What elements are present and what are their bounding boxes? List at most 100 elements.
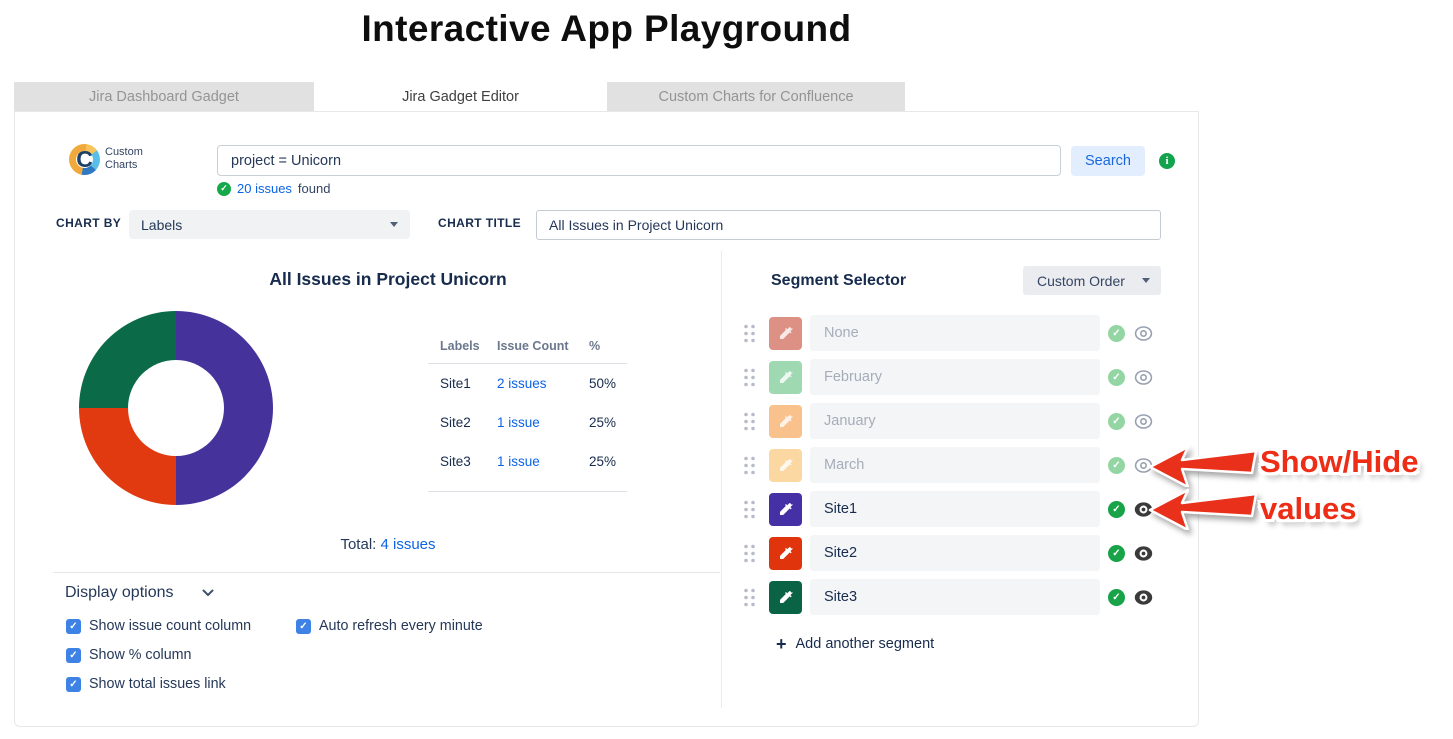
drag-handle-icon[interactable] [743,367,756,388]
drag-handle-icon[interactable] [743,587,756,608]
plus-icon: + [776,634,787,654]
segment-name-input[interactable] [810,315,1100,351]
legend-header-pct: % [589,339,601,353]
annotation-arrow-icon [1148,445,1258,487]
app-playground: Interactive App Playground Jira Dashboar… [0,0,1453,739]
tab-custom-charts-confluence[interactable]: Custom Charts for Confluence [607,82,905,112]
chart-title-input[interactable] [536,210,1161,240]
add-segment-button[interactable]: + Add another segment [776,634,934,654]
series-label: Site2 [440,415,471,430]
segment-check-icon[interactable]: ✓ [1108,324,1125,342]
segment-name-input[interactable] [810,491,1100,527]
series-percentage: 25% [589,415,617,430]
info-icon[interactable]: i [1159,153,1175,169]
legend-divider [428,491,627,492]
segment-check-icon[interactable]: ✓ [1108,588,1125,606]
total-issues-link[interactable]: 4 issues [381,536,436,553]
eye-toggle-icon[interactable] [1134,588,1153,607]
chevron-down-icon [1142,278,1150,283]
segment-name-input[interactable] [810,447,1100,483]
annotation-text: Show/Hide values [1260,444,1419,526]
eye-toggle-icon[interactable] [1134,324,1153,343]
option-show-total: ✓ Show total issues link [66,676,226,692]
issue-count-link[interactable]: 2 issues [497,376,589,391]
eye-toggle-icon[interactable] [1134,368,1153,387]
segment-check-icon[interactable]: ✓ [1108,368,1125,386]
color-swatch[interactable] [769,536,802,570]
chevron-down-icon [390,222,398,227]
eyedropper-icon [779,546,793,559]
chart-title-label: CHART TITLE [438,216,522,230]
segment-check-icon[interactable]: ✓ [1108,412,1125,430]
drag-handle-icon[interactable] [743,499,756,520]
issue-count-link[interactable]: 1 issue [497,454,589,469]
chart-by-label: CHART BY [56,216,122,230]
series-label: Site1 [440,376,471,391]
series-percentage: 25% [589,454,617,469]
legend-row: Site2 1 issue 25% [394,403,644,442]
legend-header-count: Issue Count [497,339,569,353]
color-swatch[interactable] [769,580,802,614]
eye-toggle-icon[interactable] [1134,412,1153,431]
eyedropper-icon [779,326,793,339]
segment-name-input[interactable] [810,359,1100,395]
search-button[interactable]: Search [1071,146,1145,176]
annotation-arrow-icon [1148,488,1258,530]
eyedropper-icon [779,458,793,471]
display-options-toggle[interactable]: Display options [65,584,214,602]
color-swatch[interactable] [769,492,802,526]
color-swatch[interactable] [769,404,802,438]
checkbox-show-pct[interactable]: ✓ [66,647,81,663]
tab-jira-gadget-editor[interactable]: Jira Gadget Editor [314,82,607,112]
custom-charts-logo-text: Custom Charts [105,146,143,171]
segment-row: ✓ [743,447,1153,483]
option-show-issue-count: ✓ Show issue count column [66,618,251,634]
gadget-editor-panel: C Custom Charts Search i ✓ 20 issues fou… [14,111,1199,727]
chart-legend: Labels Issue Count % Site1 2 issues 50% … [394,339,644,492]
segment-check-icon[interactable]: ✓ [1108,544,1125,562]
column-divider [721,251,722,708]
color-swatch[interactable] [769,448,802,482]
option-auto-refresh: ✓ Auto refresh every minute [296,618,483,634]
tab-jira-dashboard-gadget[interactable]: Jira Dashboard Gadget [14,82,314,112]
legend-row: Site1 2 issues 50% [394,364,644,403]
custom-order-dropdown[interactable]: Custom Order [1023,266,1161,295]
series-percentage: 50% [589,376,617,391]
chart-by-select[interactable]: Labels [129,210,410,239]
search-results-status: ✓ 20 issues found [217,181,330,196]
segment-row: ✓ [743,359,1153,395]
segment-row: ✓ [743,579,1153,615]
segment-list: ✓ ✓ ✓ [743,315,1153,623]
donut-chart[interactable] [79,311,273,505]
segment-name-input[interactable] [810,403,1100,439]
segment-check-icon[interactable]: ✓ [1108,456,1125,474]
legend-header-labels: Labels [440,339,480,353]
drag-handle-icon[interactable] [743,323,756,344]
checkbox-show-total[interactable]: ✓ [66,676,81,692]
eyedropper-icon [779,414,793,427]
checkbox-show-issue-count[interactable]: ✓ [66,618,81,634]
segment-name-input[interactable] [810,535,1100,571]
eyedropper-icon [779,502,793,515]
series-label: Site3 [440,454,471,469]
total-issues: Total: 4 issues [340,536,436,553]
eye-toggle-icon[interactable] [1134,544,1153,563]
issues-found-link[interactable]: 20 issues [237,181,292,196]
issue-count-link[interactable]: 1 issue [497,415,589,430]
segment-name-input[interactable] [810,579,1100,615]
drag-handle-icon[interactable] [743,543,756,564]
color-swatch[interactable] [769,316,802,350]
segment-row: ✓ [743,535,1153,571]
custom-charts-logo: C [69,144,100,175]
segment-row: ✓ [743,315,1153,351]
chevron-down-icon [202,589,213,596]
segment-row: ✓ [743,403,1153,439]
chart-heading: All Issues in Project Unicorn [269,269,507,289]
checkbox-auto-refresh[interactable]: ✓ [296,618,311,634]
drag-handle-icon[interactable] [743,455,756,476]
color-swatch[interactable] [769,360,802,394]
jql-search-input[interactable] [217,145,1061,176]
page-title: Interactive App Playground [361,8,852,49]
drag-handle-icon[interactable] [743,411,756,432]
segment-check-icon[interactable]: ✓ [1108,500,1125,518]
